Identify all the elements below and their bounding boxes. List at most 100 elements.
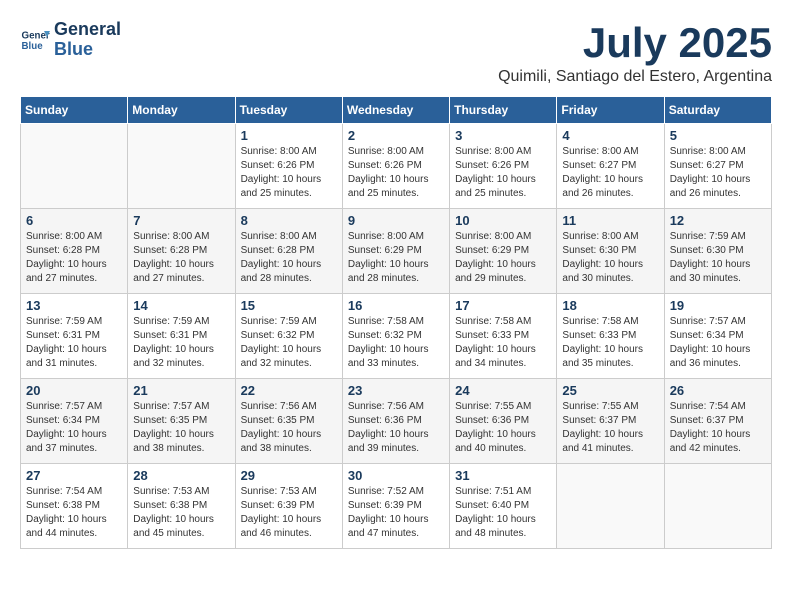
calendar-week-5: 27 Sunrise: 7:54 AM Sunset: 6:38 PM Dayli… [21, 464, 772, 549]
header-cell-tuesday: Tuesday [235, 97, 342, 124]
day-number: 29 [241, 468, 337, 483]
calendar-cell: 5Sunrise: 8:00 AM Sunset: 6:27 PM Daylig… [664, 124, 771, 209]
day-detail: Sunrise: 7:55 AM Sunset: 6:37 PM Dayligh… [562, 400, 658, 456]
day-number: 4 [562, 128, 658, 143]
day-detail: Sunrise: 8:00 AM Sunset: 6:26 PM Dayligh… [455, 145, 551, 201]
day-number: 16 [348, 298, 444, 313]
calendar-week-1: 1 Sunrise: 8:00 AM Sunset: 6:26 PM Daylig… [21, 124, 772, 209]
calendar-cell: 10Sunrise: 8:00 AM Sunset: 6:29 PM Dayli… [450, 209, 557, 294]
calendar-cell: 12Sunrise: 7:59 AM Sunset: 6:30 PM Dayli… [664, 209, 771, 294]
day-detail: Sunrise: 7:58 AM Sunset: 6:33 PM Dayligh… [455, 315, 551, 371]
header-cell-friday: Friday [557, 97, 664, 124]
calendar-cell: 6Sunrise: 8:00 AM Sunset: 6:28 PM Daylig… [21, 209, 128, 294]
logo-text2: Blue [54, 40, 121, 60]
day-number: 6 [26, 213, 122, 228]
day-number: 27 [26, 468, 122, 483]
calendar-cell: 7 Sunrise: 8:00 AM Sunset: 6:28 PM Daylig… [128, 209, 235, 294]
day-number: 26 [670, 383, 766, 398]
day-number: 20 [26, 383, 122, 398]
calendar-body: 1 Sunrise: 8:00 AM Sunset: 6:26 PM Daylig… [21, 124, 772, 549]
day-detail: Sunrise: 7:54 AM Sunset: 6:37 PM Dayligh… [670, 400, 766, 456]
header-cell-monday: Monday [128, 97, 235, 124]
day-detail: Sunrise: 7:57 AM Sunset: 6:35 PM Dayligh… [133, 400, 229, 456]
day-number: 23 [348, 383, 444, 398]
month-title: July 2025 [498, 20, 772, 66]
calendar-cell: 2Sunrise: 8:00 AM Sunset: 6:26 PM Daylig… [342, 124, 449, 209]
calendar-cell: 30 Sunrise: 7:52 AM Sunset: 6:39 PM Dayli… [342, 464, 449, 549]
calendar-cell: 14 Sunrise: 7:59 AM Sunset: 6:31 PM Dayli… [128, 294, 235, 379]
day-number: 21 [133, 383, 229, 398]
day-detail: Sunrise: 7:56 AM Sunset: 6:35 PM Dayligh… [241, 400, 337, 456]
day-number: 28 [133, 468, 229, 483]
day-number: 8 [241, 213, 337, 228]
calendar-cell: 27 Sunrise: 7:54 AM Sunset: 6:38 PM Dayli… [21, 464, 128, 549]
calendar-week-4: 20 Sunrise: 7:57 AM Sunset: 6:34 PM Dayli… [21, 379, 772, 464]
calendar-cell: 25 Sunrise: 7:55 AM Sunset: 6:37 PM Dayli… [557, 379, 664, 464]
location-subtitle: Quimili, Santiago del Estero, Argentina [498, 68, 772, 86]
day-detail: Sunrise: 8:00 AM Sunset: 6:29 PM Dayligh… [348, 230, 444, 286]
day-detail: Sunrise: 7:52 AM Sunset: 6:39 PM Dayligh… [348, 485, 444, 541]
day-number: 1 [241, 128, 337, 143]
calendar-cell: 13 Sunrise: 7:59 AM Sunset: 6:31 PM Dayli… [21, 294, 128, 379]
calendar-cell [664, 464, 771, 549]
calendar-cell: 22Sunrise: 7:56 AM Sunset: 6:35 PM Dayli… [235, 379, 342, 464]
day-detail: Sunrise: 7:58 AM Sunset: 6:33 PM Dayligh… [562, 315, 658, 371]
day-number: 25 [562, 383, 658, 398]
logo: General Blue General Blue [20, 20, 121, 60]
day-number: 13 [26, 298, 122, 313]
day-number: 24 [455, 383, 551, 398]
calendar-table: SundayMondayTuesdayWednesdayThursdayFrid… [20, 96, 772, 549]
calendar-cell: 15Sunrise: 7:59 AM Sunset: 6:32 PM Dayli… [235, 294, 342, 379]
calendar-week-3: 13 Sunrise: 7:59 AM Sunset: 6:31 PM Dayli… [21, 294, 772, 379]
day-number: 3 [455, 128, 551, 143]
day-number: 12 [670, 213, 766, 228]
header-cell-sunday: Sunday [21, 97, 128, 124]
calendar-cell: 3 Sunrise: 8:00 AM Sunset: 6:26 PM Daylig… [450, 124, 557, 209]
calendar-cell: 26 Sunrise: 7:54 AM Sunset: 6:37 PM Dayli… [664, 379, 771, 464]
day-detail: Sunrise: 8:00 AM Sunset: 6:27 PM Dayligh… [670, 145, 766, 201]
calendar-cell [557, 464, 664, 549]
title-block: July 2025 Quimili, Santiago del Estero, … [498, 20, 772, 86]
day-number: 11 [562, 213, 658, 228]
day-detail: Sunrise: 8:00 AM Sunset: 6:28 PM Dayligh… [133, 230, 229, 286]
calendar-cell: 24 Sunrise: 7:55 AM Sunset: 6:36 PM Dayli… [450, 379, 557, 464]
calendar-cell [128, 124, 235, 209]
day-number: 18 [562, 298, 658, 313]
calendar-cell: 8 Sunrise: 8:00 AM Sunset: 6:28 PM Daylig… [235, 209, 342, 294]
day-number: 17 [455, 298, 551, 313]
calendar-cell: 4Sunrise: 8:00 AM Sunset: 6:27 PM Daylig… [557, 124, 664, 209]
calendar-cell: 28Sunrise: 7:53 AM Sunset: 6:38 PM Dayli… [128, 464, 235, 549]
day-number: 2 [348, 128, 444, 143]
day-detail: Sunrise: 8:00 AM Sunset: 6:28 PM Dayligh… [241, 230, 337, 286]
header-cell-wednesday: Wednesday [342, 97, 449, 124]
calendar-cell: 31Sunrise: 7:51 AM Sunset: 6:40 PM Dayli… [450, 464, 557, 549]
day-detail: Sunrise: 7:58 AM Sunset: 6:32 PM Dayligh… [348, 315, 444, 371]
day-detail: Sunrise: 7:57 AM Sunset: 6:34 PM Dayligh… [26, 400, 122, 456]
calendar-cell: 9 Sunrise: 8:00 AM Sunset: 6:29 PM Daylig… [342, 209, 449, 294]
day-number: 9 [348, 213, 444, 228]
header-cell-thursday: Thursday [450, 97, 557, 124]
day-detail: Sunrise: 7:56 AM Sunset: 6:36 PM Dayligh… [348, 400, 444, 456]
calendar-cell: 29 Sunrise: 7:53 AM Sunset: 6:39 PM Dayli… [235, 464, 342, 549]
day-number: 19 [670, 298, 766, 313]
day-detail: Sunrise: 8:00 AM Sunset: 6:26 PM Dayligh… [241, 145, 337, 201]
day-detail: Sunrise: 7:59 AM Sunset: 6:32 PM Dayligh… [241, 315, 337, 371]
calendar-week-2: 6 Sunrise: 8:00 AM Sunset: 6:28 PM Daylig… [21, 209, 772, 294]
calendar-cell: 20 Sunrise: 7:57 AM Sunset: 6:34 PM Dayli… [21, 379, 128, 464]
calendar-cell: 19Sunrise: 7:57 AM Sunset: 6:34 PM Dayli… [664, 294, 771, 379]
day-detail: Sunrise: 7:51 AM Sunset: 6:40 PM Dayligh… [455, 485, 551, 541]
day-detail: Sunrise: 7:55 AM Sunset: 6:36 PM Dayligh… [455, 400, 551, 456]
page-header: General Blue General Blue July 2025 Quim… [20, 20, 772, 86]
day-detail: Sunrise: 7:54 AM Sunset: 6:38 PM Dayligh… [26, 485, 122, 541]
day-number: 14 [133, 298, 229, 313]
header-row: SundayMondayTuesdayWednesdayThursdayFrid… [21, 97, 772, 124]
day-number: 7 [133, 213, 229, 228]
svg-text:Blue: Blue [22, 41, 44, 52]
day-detail: Sunrise: 7:59 AM Sunset: 6:31 PM Dayligh… [26, 315, 122, 371]
day-detail: Sunrise: 8:00 AM Sunset: 6:30 PM Dayligh… [562, 230, 658, 286]
calendar-cell: 11 Sunrise: 8:00 AM Sunset: 6:30 PM Dayli… [557, 209, 664, 294]
calendar-cell: 16 Sunrise: 7:58 AM Sunset: 6:32 PM Dayli… [342, 294, 449, 379]
day-detail: Sunrise: 7:59 AM Sunset: 6:31 PM Dayligh… [133, 315, 229, 371]
day-number: 30 [348, 468, 444, 483]
day-detail: Sunrise: 7:53 AM Sunset: 6:39 PM Dayligh… [241, 485, 337, 541]
